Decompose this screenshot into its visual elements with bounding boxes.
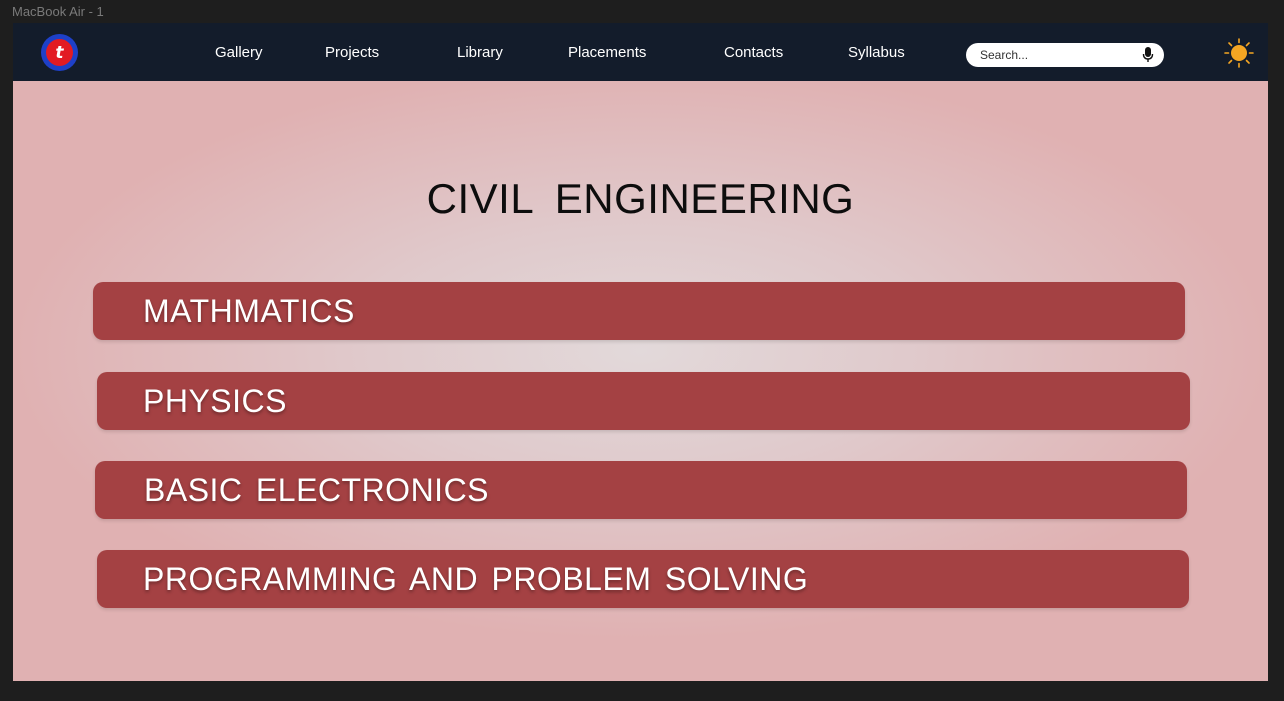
nav-link-syllabus[interactable]: Syllabus — [848, 44, 905, 62]
subject-label: BASIC ELECTRONICS — [144, 472, 490, 508]
page-title: CIVIL ENGINEERING — [426, 175, 855, 222]
nav-link-library[interactable]: Library — [457, 44, 503, 62]
subject-button-basic-electronics[interactable]: BASIC ELECTRONICS — [95, 461, 1187, 519]
sun-icon[interactable] — [1224, 38, 1254, 68]
subject-button-programming[interactable]: PROGRAMMING AND PROBLEM SOLVING — [97, 550, 1189, 608]
subject-button-mathematics[interactable]: MATHMATICS — [93, 282, 1185, 340]
logo-mark: t — [46, 39, 73, 66]
search-bar — [966, 43, 1164, 67]
nav-link-placements[interactable]: Placements — [568, 44, 646, 62]
subject-button-physics[interactable]: PHYSICS — [97, 372, 1190, 430]
main-content: CIVIL ENGINEERING MATHMATICS PHYSICS BAS… — [13, 81, 1268, 681]
subject-label: MATHMATICS — [143, 293, 355, 329]
college-logo-icon[interactable]: t — [41, 34, 78, 71]
microphone-icon[interactable] — [1141, 46, 1155, 64]
nav-link-contacts[interactable]: Contacts — [724, 44, 783, 62]
artboard-label: MacBook Air - 1 — [12, 4, 104, 19]
top-navbar: t Gallery Projects Library Placements Co… — [13, 23, 1268, 81]
nav-link-projects[interactable]: Projects — [325, 44, 379, 62]
artboard: t Gallery Projects Library Placements Co… — [13, 23, 1268, 681]
nav-link-gallery[interactable]: Gallery — [215, 44, 263, 62]
search-input[interactable] — [980, 46, 1130, 64]
subject-label: PHYSICS — [143, 383, 287, 419]
subject-label: PROGRAMMING AND PROBLEM SOLVING — [143, 561, 809, 597]
